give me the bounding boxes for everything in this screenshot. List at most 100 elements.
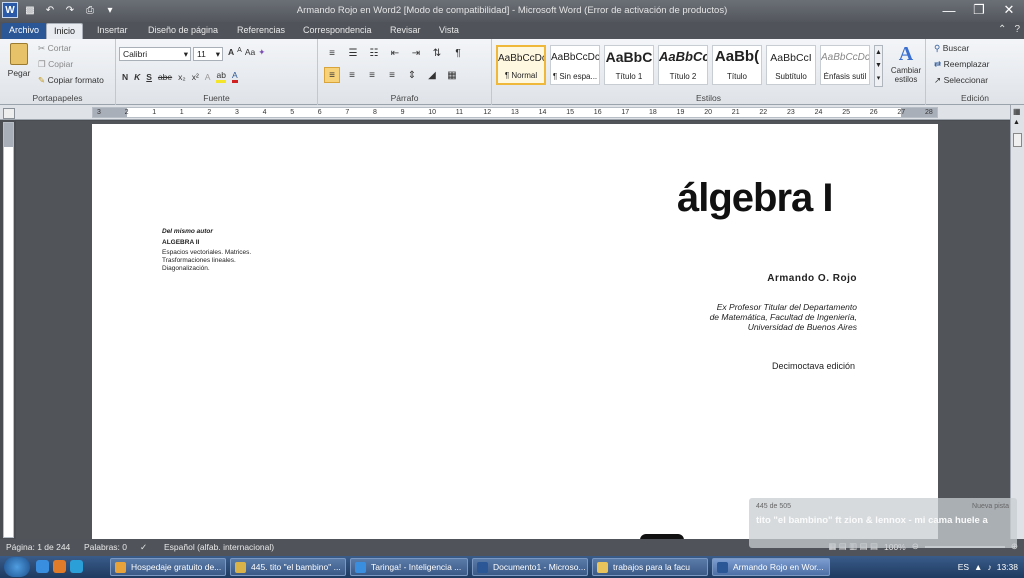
superscript-button[interactable]: x² xyxy=(192,72,199,82)
cut-button[interactable]: ✂ Cortar xyxy=(38,43,71,54)
tab-selector[interactable] xyxy=(3,108,15,119)
highlight-button[interactable]: ab xyxy=(216,70,226,83)
tab-inicio[interactable]: Inicio xyxy=(46,23,84,39)
song-title: tito "el bambino" ft zion & lennox - mi … xyxy=(756,515,988,526)
change-styles-icon: A xyxy=(898,43,914,65)
horizontal-ruler[interactable]: 3 2 1 1 2 3 4 5 6 7 8 9 10 11 12 13 14 15 16 17 18 19 20 21 22 23… xyxy=(92,107,938,118)
page-count[interactable]: Página: 1 de 244 xyxy=(6,542,70,552)
app-icon xyxy=(355,562,366,573)
paste-button[interactable]: Pegar xyxy=(6,43,32,85)
change-case-button[interactable]: Aa xyxy=(245,47,255,58)
style-titulo-2[interactable]: AaBbCc Título 2 xyxy=(658,45,708,85)
maximize-button[interactable]: ❐ xyxy=(964,0,994,20)
italic-button[interactable]: K xyxy=(134,72,140,82)
tab-archivo[interactable]: Archivo xyxy=(2,23,47,39)
bold-button[interactable]: N xyxy=(122,72,128,82)
scroll-thumb[interactable] xyxy=(1013,133,1022,147)
ruler-tick: 2 xyxy=(124,109,129,116)
start-button[interactable] xyxy=(4,557,30,577)
font-color-button[interactable]: A xyxy=(231,70,238,83)
bullets-icon[interactable]: ≡ xyxy=(324,45,340,61)
ie-icon[interactable] xyxy=(36,560,49,573)
borders-icon[interactable]: ▦ xyxy=(444,67,460,83)
taskbar-button[interactable]: Armando Rojo en Wor... xyxy=(712,558,830,576)
close-button[interactable]: ✕ xyxy=(994,0,1024,20)
ruler-tick: 5 xyxy=(290,109,295,116)
text-effects-icon[interactable]: A xyxy=(205,72,211,82)
same-author-block: Del mismo autor ALGEBRA II Espacios vect… xyxy=(162,228,251,273)
word-count[interactable]: Palabras: 0 xyxy=(84,542,127,552)
style-titulo[interactable]: AaBb( Título xyxy=(712,45,762,85)
clock[interactable]: 13:38 xyxy=(997,562,1018,572)
justify-icon[interactable]: ≡ xyxy=(384,67,400,83)
find-button[interactable]: ⚲ Buscar xyxy=(934,43,969,54)
tab-vista[interactable]: Vista xyxy=(432,23,466,39)
group-label-edicion: Edición xyxy=(961,93,989,103)
taskbar: Hospedaje gratuito de... 445. tito "el ba… xyxy=(0,556,1024,578)
proofing-icon[interactable]: ✓ xyxy=(140,542,147,553)
copy-button[interactable]: ❐ Copiar xyxy=(38,59,73,70)
line-spacing-icon[interactable]: ⇕ xyxy=(404,67,420,83)
decrease-indent-icon[interactable]: ⇤ xyxy=(387,45,403,61)
minimize-ribbon-icon[interactable]: ⌃ xyxy=(998,24,1006,35)
vertical-scrollbar[interactable]: ▦ ▲ xyxy=(1010,105,1024,539)
taskbar-button[interactable]: trabajos para la facu xyxy=(592,558,708,576)
browser-icon[interactable] xyxy=(70,560,83,573)
change-styles-button[interactable]: A Cambiar estilos xyxy=(888,43,924,84)
vertical-ruler[interactable] xyxy=(3,122,14,538)
ruler-tick: 13 xyxy=(511,109,519,116)
numbering-icon[interactable]: ☰ xyxy=(345,45,361,61)
group-portapapeles: Pegar ✂ Cortar ❐ Copiar ✎ Copiar formato… xyxy=(0,39,116,105)
shrink-font-button[interactable]: A xyxy=(237,47,242,58)
ruler-toggle-icon[interactable]: ▦ xyxy=(1013,107,1021,116)
taskbar-button[interactable]: 445. tito "el bambino" ... xyxy=(230,558,346,576)
binoculars-icon: ⚲ xyxy=(934,43,941,53)
document-page[interactable]: álgebra I Del mismo autor ALGEBRA II Esp… xyxy=(92,124,938,540)
tab-referencias[interactable]: Referencias xyxy=(230,23,292,39)
style-titulo-1[interactable]: AaBbC Título 1 xyxy=(604,45,654,85)
taskbar-button[interactable]: Documento1 - Microso... xyxy=(472,558,588,576)
tab-diseno-de-pagina[interactable]: Diseño de página xyxy=(141,23,225,39)
tab-revisar[interactable]: Revisar xyxy=(383,23,428,39)
minimize-button[interactable]: — xyxy=(934,0,964,20)
style-enfasis-sutil[interactable]: AaBbCcDc Énfasis sutil xyxy=(820,45,870,85)
subscript-button[interactable]: x₂ xyxy=(178,72,186,82)
align-right-icon[interactable]: ≡ xyxy=(364,67,380,83)
chevron-down-icon: ▾ xyxy=(183,49,188,59)
grow-font-button[interactable]: A xyxy=(228,47,234,58)
increase-indent-icon[interactable]: ⇥ xyxy=(408,45,424,61)
replace-button[interactable]: ⇄ Reemplazar xyxy=(934,59,989,70)
network-icon[interactable]: ▲ xyxy=(974,562,982,572)
scroll-up-icon[interactable]: ▲ xyxy=(1013,119,1020,126)
language-indicator[interactable]: Español (alfab. internacional) xyxy=(164,542,274,552)
font-name-combo[interactable]: Calibri ▾ xyxy=(119,47,191,61)
styles-scroll[interactable]: ▲ ▼ ▾ xyxy=(874,45,883,87)
align-left-icon[interactable]: ≡ xyxy=(324,67,340,83)
tab-insertar[interactable]: Insertar xyxy=(90,23,135,39)
multilevel-list-icon[interactable]: ☷ xyxy=(366,45,382,61)
underline-button[interactable]: S xyxy=(146,72,152,82)
language-tray[interactable]: ES xyxy=(958,562,969,572)
format-painter-button[interactable]: ✎ Copiar formato xyxy=(38,75,104,86)
style-subtitulo[interactable]: AaBbCcI Subtítulo xyxy=(766,45,816,85)
taskbar-button-label: Documento1 - Microso... xyxy=(493,562,586,572)
change-styles-label: Cambiar estilos xyxy=(890,66,922,84)
sort-icon[interactable]: ⇅ xyxy=(429,45,445,61)
media-notification[interactable]: 445 de 505 Nueva pista tito "el bambino"… xyxy=(749,498,1017,548)
font-size-combo[interactable]: 11 ▾ xyxy=(193,47,223,61)
shading-icon[interactable]: ◢ xyxy=(424,67,440,83)
strikethrough-button[interactable]: abe xyxy=(158,72,172,82)
style-normal[interactable]: AaBbCcDc ¶ Normal xyxy=(496,45,546,85)
taskbar-button[interactable]: Taringa! - Inteligencia ... xyxy=(350,558,468,576)
ruler-tick: 15 xyxy=(566,109,574,116)
volume-icon[interactable]: ♪ xyxy=(987,562,991,572)
clear-format-icon[interactable]: ✦ xyxy=(258,47,265,58)
tab-correspondencia[interactable]: Correspondencia xyxy=(296,23,379,39)
help-icon[interactable]: ? xyxy=(1014,24,1020,35)
select-button[interactable]: ↗ Seleccionar xyxy=(934,75,988,86)
style-sin-espaciado[interactable]: AaBbCcDc ¶ Sin espa... xyxy=(550,45,600,85)
align-center-icon[interactable]: ≡ xyxy=(344,67,360,83)
taskbar-button[interactable]: Hospedaje gratuito de... xyxy=(110,558,226,576)
firefox-icon[interactable] xyxy=(53,560,66,573)
pilcrow-icon[interactable]: ¶ xyxy=(450,45,466,61)
